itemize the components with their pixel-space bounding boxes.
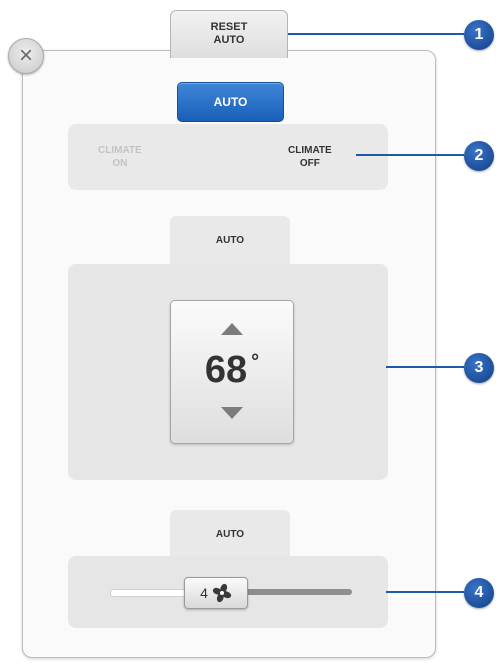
temperature-control: 68 ° xyxy=(170,300,294,444)
climate-on-button[interactable]: CLIMATE ON xyxy=(98,144,142,170)
climate-toggle-group: CLIMATE ON CLIMATE OFF xyxy=(68,124,388,190)
callout-line-2 xyxy=(356,154,464,156)
callout-line-4 xyxy=(386,591,464,593)
climate-off-line2: OFF xyxy=(299,158,320,169)
temperature-auto-tab[interactable]: AUTO xyxy=(170,216,290,266)
auto-mode-button[interactable]: AUTO xyxy=(177,82,284,122)
close-button[interactable]: × xyxy=(8,38,44,74)
callout-badge-3: 3 xyxy=(464,353,494,383)
callout-badge-1: 1 xyxy=(464,20,494,50)
callout-line-1 xyxy=(286,33,464,35)
reset-auto-line2: AUTO xyxy=(213,34,245,46)
climate-off-button[interactable]: CLIMATE OFF xyxy=(288,144,332,170)
temperature-down-icon[interactable] xyxy=(221,407,243,419)
close-icon: × xyxy=(18,42,33,69)
temperature-up-icon[interactable] xyxy=(221,323,243,335)
fan-icon xyxy=(212,583,232,603)
fan-slider-thumb[interactable]: 4 xyxy=(184,577,248,609)
climate-off-line1: CLIMATE xyxy=(288,145,332,156)
callout-badge-2: 2 xyxy=(464,141,494,171)
fan-speed-value: 4 xyxy=(200,585,208,601)
temperature-readout: 68 ° xyxy=(171,349,293,392)
fan-slider-track-empty[interactable] xyxy=(244,589,352,595)
callout-line-3 xyxy=(386,366,464,368)
fan-slider-track-filled[interactable] xyxy=(110,589,190,597)
reset-auto-tab[interactable]: RESET AUTO xyxy=(170,10,288,58)
climate-on-line1: CLIMATE xyxy=(98,145,142,156)
temperature-unit: ° xyxy=(251,351,260,373)
reset-auto-line1: RESET xyxy=(210,21,248,33)
fan-auto-tab[interactable]: AUTO xyxy=(170,510,290,560)
callout-badge-4: 4 xyxy=(464,578,494,608)
temperature-value: 68 xyxy=(204,349,248,391)
climate-on-line2: ON xyxy=(112,158,128,169)
